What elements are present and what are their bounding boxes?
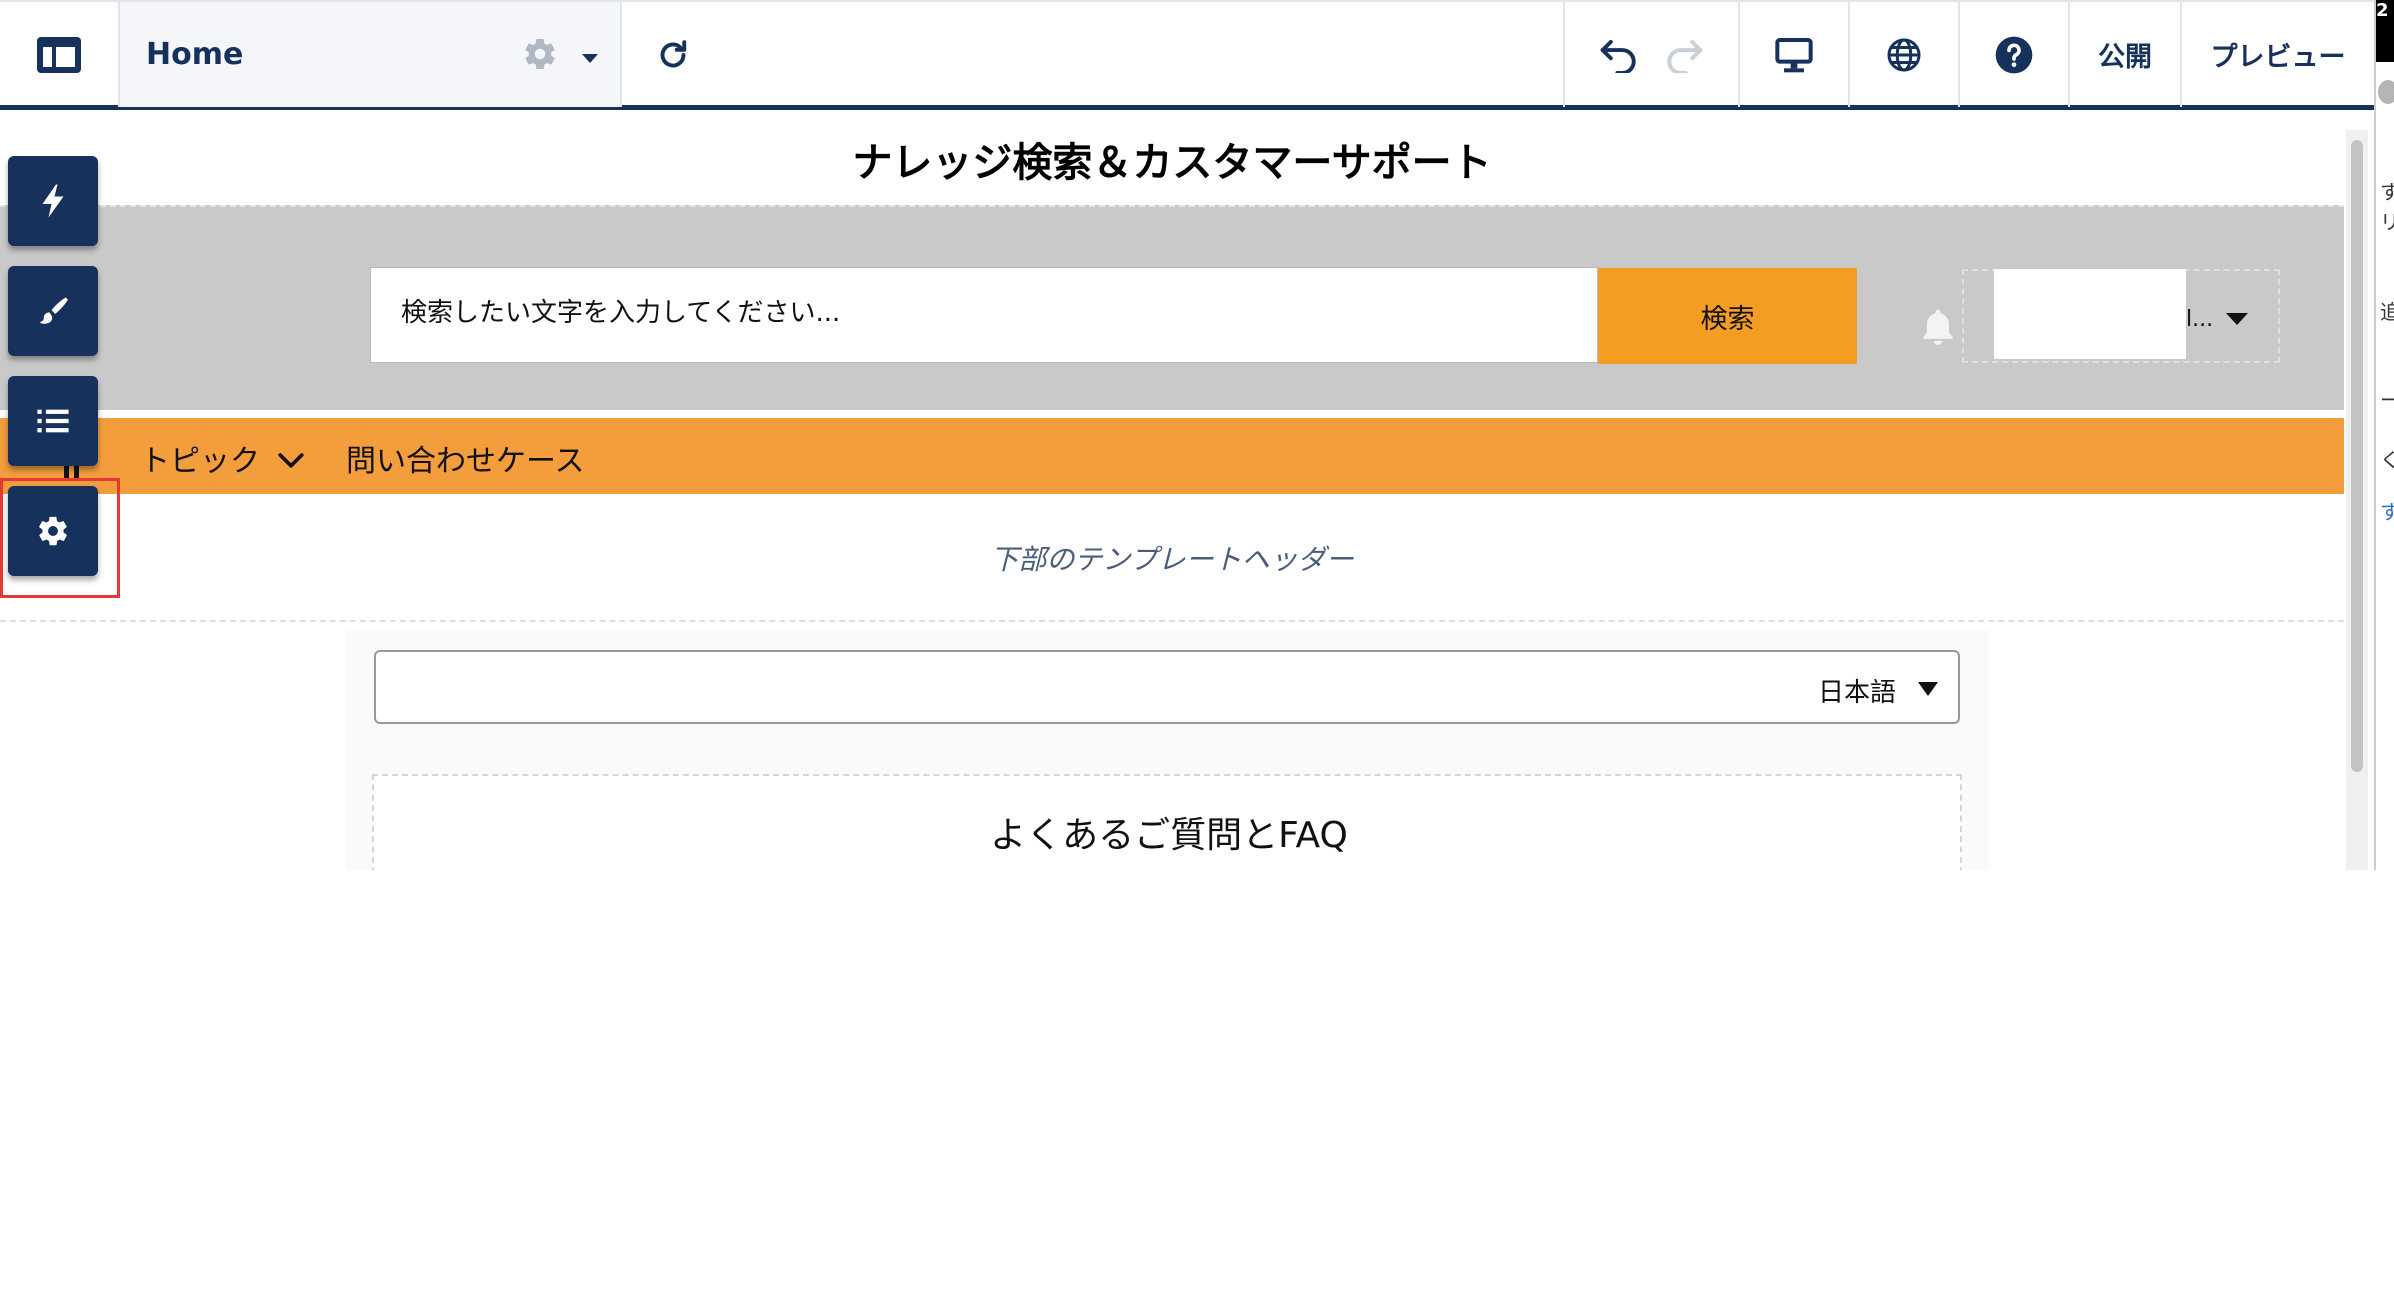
theme-button[interactable] (8, 266, 98, 356)
selection-highlight (0, 478, 120, 598)
user-profile-menu[interactable]: l... (1962, 269, 2280, 363)
strip-text: ー (2380, 384, 2394, 413)
publish-button[interactable]: 公開 (2068, 2, 2180, 107)
faq-section[interactable]: よくあるご質問とFAQ (372, 774, 1962, 870)
language-selected: 日本語 (1817, 678, 1896, 708)
search-input[interactable] (401, 298, 1551, 328)
lightning-icon (42, 184, 64, 218)
builder-toolbar: Home 公開 プレビュー (0, 0, 2374, 110)
avatar (1994, 269, 2186, 359)
site-title[interactable]: ナレッジ検索＆カスタマーサポート (0, 130, 2344, 188)
strip-text: く (2380, 444, 2394, 473)
lightning-components-button[interactable] (8, 156, 98, 246)
nav-item-topics[interactable]: トピック (140, 436, 306, 480)
search-box: 検索 (370, 267, 1857, 364)
language-button[interactable] (1848, 2, 1958, 107)
device-preview-button[interactable] (1738, 2, 1848, 107)
canvas-content: ナレッジ検索＆カスタマーサポート 検索 l... トピック (0, 110, 2344, 870)
page-selector[interactable]: Home (118, 2, 620, 107)
preview-button[interactable]: プレビュー (2180, 2, 2374, 107)
redo-icon[interactable] (1662, 37, 1706, 73)
bell-icon[interactable] (1916, 305, 1960, 349)
page-structure-button[interactable] (8, 376, 98, 466)
canvas-scrollbar[interactable] (2346, 130, 2368, 870)
scrollbar-thumb[interactable] (2351, 140, 2363, 772)
caret-down-icon[interactable] (2226, 313, 2248, 325)
language-selector[interactable]: 日本語 (374, 650, 1960, 724)
faq-title: よくあるご質問とFAQ (990, 815, 1348, 856)
strip-text: す (2380, 176, 2394, 205)
search-button[interactable]: 検索 (1598, 268, 1857, 364)
chevron-down-icon[interactable] (582, 54, 598, 63)
window-badge: 2 (2376, 0, 2394, 62)
desktop-icon (1775, 37, 1813, 72)
search-hero-section[interactable]: 検索 l... (0, 205, 2344, 410)
nav-item-label: トピック (140, 444, 260, 479)
list-icon (37, 409, 69, 433)
layout-icon (37, 36, 81, 73)
refresh-button[interactable] (620, 2, 724, 107)
strip-text: リ (2380, 206, 2394, 235)
help-icon (1995, 36, 2033, 73)
nav-item-label: 問い合わせケース (346, 444, 585, 479)
page-title: Home (146, 37, 244, 72)
refresh-icon (660, 39, 687, 67)
close-circle-icon (2378, 80, 2394, 104)
caret-down-icon (1918, 682, 1938, 696)
page-settings-icon[interactable] (522, 36, 558, 72)
strip-text: 追 (2380, 296, 2394, 325)
page-canvas: ナレッジ検索＆カスタマーサポート 検索 l... トピック (0, 110, 2374, 870)
strip-text: す (2380, 496, 2394, 525)
template-header-region[interactable]: 下部のテンプレートヘッダー (0, 496, 2344, 622)
chevron-down-icon (278, 453, 304, 468)
help-button[interactable] (1958, 2, 2068, 107)
user-name: l... (2186, 307, 2214, 332)
adjacent-window-strip: 2 す リ 追 ー く す (2374, 0, 2394, 870)
undo-redo-group (1563, 2, 1738, 107)
globe-icon (1887, 38, 1921, 71)
navigation-menu[interactable]: トピック 問い合わせケース (0, 418, 2344, 494)
layout-menu-button[interactable] (0, 2, 118, 107)
paintbrush-icon (39, 297, 68, 324)
undo-icon[interactable] (1597, 37, 1641, 73)
nav-item-cases[interactable]: 問い合わせケース (346, 436, 585, 480)
